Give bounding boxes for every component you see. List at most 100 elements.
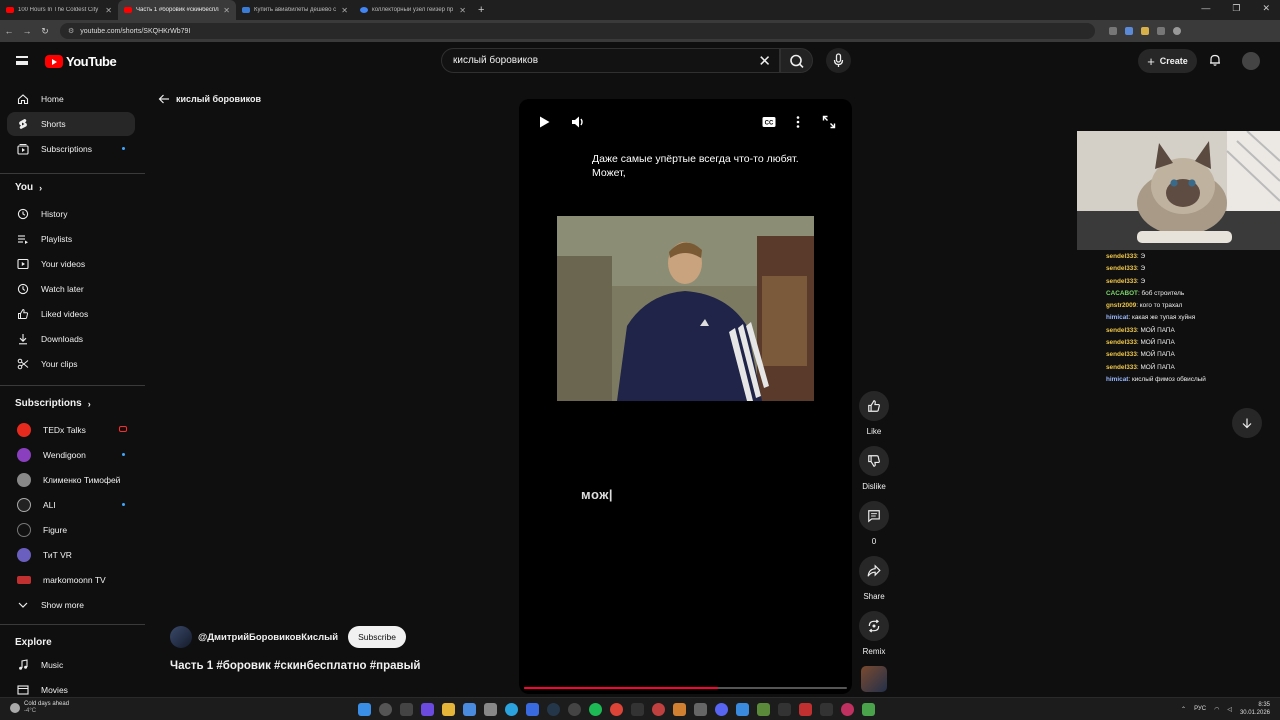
closed-captions-icon[interactable]: CC — [761, 114, 777, 130]
chat-username[interactable]: himicat — [1106, 314, 1128, 321]
close-tab-icon[interactable]: ✕ — [341, 6, 348, 15]
menu-icon[interactable] — [16, 56, 28, 65]
app-icon[interactable] — [652, 703, 665, 716]
subscription-channel-ali[interactable]: ALI — [7, 493, 135, 517]
app-icon[interactable] — [631, 703, 644, 716]
app-icon[interactable] — [820, 703, 833, 716]
sidebar-item-shorts[interactable]: Shorts — [7, 112, 135, 136]
youtube-logo[interactable]: YouTube — [45, 54, 117, 69]
channel-avatar[interactable] — [170, 626, 192, 648]
app-icon[interactable] — [526, 703, 539, 716]
scroll-down-button[interactable] — [1232, 408, 1262, 438]
sidebar-item-playlists[interactable]: Playlists — [7, 227, 135, 251]
subscription-channel-wendigoon[interactable]: Wendigoon — [7, 443, 135, 467]
system-clock[interactable]: 8:35 30.01.2026 — [1240, 701, 1270, 717]
minecraft-icon[interactable] — [757, 703, 770, 716]
search-button[interactable] — [780, 48, 813, 73]
wifi-icon[interactable]: ◠ — [1214, 706, 1219, 713]
comments-button[interactable]: 0 — [858, 501, 890, 546]
chat-username[interactable]: sendel333 — [1106, 265, 1137, 272]
chat-username[interactable]: sendel333 — [1106, 278, 1137, 285]
create-button[interactable]: + Create — [1138, 49, 1197, 73]
sound-thumbnail[interactable] — [861, 666, 887, 692]
show-more-button[interactable]: Show more — [7, 593, 135, 617]
extension-icon[interactable] — [1157, 27, 1165, 35]
dislike-button[interactable]: Dislike — [858, 446, 890, 491]
close-tab-icon[interactable]: ✕ — [223, 6, 230, 15]
telegram-icon[interactable] — [505, 703, 518, 716]
subscription-channel-figure[interactable]: Figure — [7, 518, 135, 542]
site-info-icon[interactable]: ⚙ — [68, 27, 74, 35]
search-taskbar-icon[interactable] — [379, 703, 392, 716]
subscriptions-section-heading[interactable]: Subscriptions › — [15, 398, 91, 409]
chrome-icon[interactable] — [610, 703, 623, 716]
chat-username[interactable]: sendel333 — [1106, 253, 1137, 260]
browser-tab-active[interactable]: Часть 1 #боровик #скинбесплатно ✕ — [118, 0, 236, 20]
app-icon[interactable] — [799, 703, 812, 716]
start-icon[interactable] — [358, 703, 371, 716]
sidebar-item-watch-later[interactable]: Watch later — [7, 277, 135, 301]
app-icon[interactable] — [568, 703, 581, 716]
chat-username[interactable]: sendel333 — [1106, 327, 1137, 334]
chat-username[interactable]: CACABOT — [1106, 290, 1138, 297]
app-icon[interactable] — [694, 703, 707, 716]
search-input[interactable]: кислый боровиков ✕ — [441, 48, 780, 73]
file-explorer-icon[interactable] — [442, 703, 455, 716]
app-icon[interactable] — [736, 703, 749, 716]
clear-search-icon[interactable]: ✕ — [758, 52, 771, 70]
like-button[interactable]: Like — [858, 391, 890, 436]
channel-handle[interactable]: @ДмитрийБоровиковКислый — [198, 632, 338, 643]
app-icon[interactable] — [400, 703, 413, 716]
app-icon[interactable] — [421, 703, 434, 716]
video-progress-bar[interactable] — [524, 687, 847, 689]
browser-tab[interactable]: коллекторный узел гейзер пр ✕ — [354, 0, 472, 20]
discord-icon[interactable] — [715, 703, 728, 716]
sidebar-item-liked-videos[interactable]: Liked videos — [7, 302, 135, 326]
sidebar-item-home[interactable]: Home — [7, 87, 135, 111]
subscription-channel-markomoonn[interactable]: markomoonn TV — [7, 568, 135, 592]
browser-tab[interactable]: 100 Hours In The Coldest City ✕ — [0, 0, 118, 20]
voice-search-button[interactable] — [826, 48, 851, 73]
sidebar-item-music[interactable]: Music — [7, 653, 135, 677]
reload-icon[interactable]: ↻ — [36, 26, 54, 37]
app-icon[interactable] — [841, 703, 854, 716]
sidebar-item-downloads[interactable]: Downloads — [7, 327, 135, 351]
browser-tab[interactable]: Купить авиабилеты дешево с ✕ — [236, 0, 354, 20]
app-icon[interactable] — [484, 703, 497, 716]
close-tab-icon[interactable]: ✕ — [105, 6, 112, 15]
chat-username[interactable]: sendel333 — [1106, 339, 1137, 346]
remix-button[interactable]: Remix — [858, 611, 890, 656]
sidebar-item-history[interactable]: History — [7, 202, 135, 226]
video-title[interactable]: Часть 1 #боровик #скинбесплатно #правый — [170, 660, 421, 672]
notifications-bell-icon[interactable] — [1208, 53, 1222, 67]
chat-username[interactable]: himicat — [1106, 376, 1128, 383]
back-to-search-link[interactable]: кислый боровиков — [158, 93, 261, 105]
more-options-icon[interactable] — [790, 114, 806, 130]
close-tab-icon[interactable]: ✕ — [459, 6, 466, 15]
subscription-channel-klimenko[interactable]: Клименко Тимофей — [7, 468, 135, 492]
volume-icon[interactable] — [570, 114, 586, 130]
extension-icon[interactable] — [1125, 27, 1133, 35]
weather-widget[interactable]: Cold days ahead -4°C — [10, 701, 69, 715]
close-window-icon[interactable]: ✕ — [1262, 3, 1270, 14]
steam-icon[interactable] — [547, 703, 560, 716]
minimize-icon[interactable]: — — [1201, 3, 1210, 14]
fullscreen-icon[interactable] — [821, 114, 837, 130]
tray-chevron-icon[interactable]: ⌃ — [1181, 706, 1186, 713]
shorts-player[interactable]: CC Даже самые упёртые всегда что-то любя… — [519, 99, 852, 694]
subscription-channel-tedx[interactable]: TEDx Talks — [7, 418, 135, 442]
extension-icon[interactable] — [1109, 27, 1117, 35]
volume-tray-icon[interactable]: ◁ — [1227, 706, 1232, 713]
forward-icon[interactable]: → — [18, 26, 36, 36]
address-bar[interactable]: ⚙ youtube.com/shorts/SKQHKrWb79I — [60, 23, 1095, 39]
back-icon[interactable]: ← — [0, 26, 18, 36]
sidebar-item-your-clips[interactable]: Your clips — [7, 352, 135, 376]
app-icon[interactable] — [778, 703, 791, 716]
extension-icon[interactable] — [1141, 27, 1149, 35]
subscribe-button[interactable]: Subscribe — [348, 626, 406, 648]
chat-username[interactable]: sendel333 — [1106, 364, 1137, 371]
input-language[interactable]: РУС — [1194, 706, 1206, 712]
chat-username[interactable]: gnstr2009 — [1106, 302, 1136, 309]
maximize-icon[interactable]: ❐ — [1232, 3, 1240, 14]
chat-username[interactable]: sendel333 — [1106, 351, 1137, 358]
